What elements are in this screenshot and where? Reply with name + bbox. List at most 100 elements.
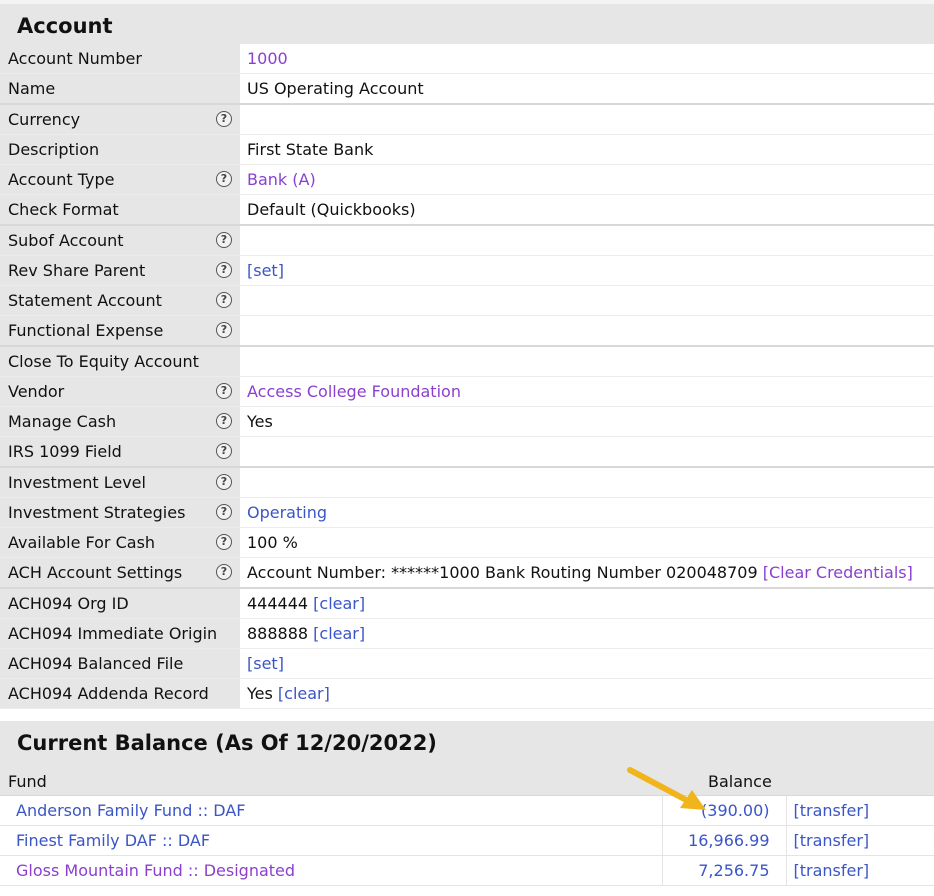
balance-amount-link[interactable]: 7,256.75 (698, 861, 769, 880)
value-close-to-equity (240, 346, 934, 377)
clear-org-id-link[interactable]: [clear] (313, 594, 365, 613)
row-irs-1099: IRS 1099 Field? (0, 436, 934, 468)
label-subof-account: Subof Account (8, 231, 124, 250)
row-statement-account: Statement Account? (0, 285, 934, 316)
row-available-for-cash: Available For Cash? 100 % (0, 527, 934, 558)
balance-column-headers: Fund Balance (0, 765, 934, 796)
label-description: Description (0, 134, 240, 165)
value-currency (240, 104, 934, 135)
label-investment-level: Investment Level (8, 473, 146, 492)
help-icon[interactable]: ? (216, 383, 232, 399)
row-ach094-addenda-record: ACH094 Addenda Record Yes [clear] (0, 678, 934, 709)
help-icon[interactable]: ? (216, 232, 232, 248)
label-functional-expense: Functional Expense (8, 321, 164, 340)
column-fund-header: Fund (8, 772, 47, 791)
clear-immediate-origin-link[interactable]: [clear] (313, 624, 365, 643)
value-ach094-immediate-origin: 888888 (247, 624, 309, 643)
label-name: Name (0, 73, 240, 105)
vendor-link[interactable]: Access College Foundation (247, 382, 461, 401)
section-spacer (0, 709, 934, 721)
label-available-for-cash: Available For Cash (8, 533, 156, 552)
investment-strategy-link[interactable]: Operating (247, 503, 327, 522)
label-account-number: Account Number (0, 44, 240, 74)
help-icon[interactable]: ? (216, 413, 232, 429)
balance-amount-link[interactable]: (390.00) (701, 801, 769, 820)
balance-header: Current Balance (As Of 12/20/2022) Fund … (0, 721, 934, 796)
row-investment-strategies: Investment Strategies? Operating (0, 497, 934, 528)
label-ach094-balanced-file: ACH094 Balanced File (0, 648, 240, 679)
clear-credentials-link[interactable]: [Clear Credentials] (763, 563, 913, 582)
value-description: First State Bank (240, 134, 934, 165)
label-vendor: Vendor (8, 382, 65, 401)
value-functional-expense (240, 315, 934, 347)
label-currency: Currency (8, 110, 81, 129)
help-icon[interactable]: ? (216, 564, 232, 580)
help-icon[interactable]: ? (216, 322, 232, 338)
account-section: Account Account Number 1000 Name US Oper… (0, 0, 934, 709)
table-row: Anderson Family Fund :: DAF (390.00) [tr… (0, 796, 934, 826)
help-icon[interactable]: ? (216, 443, 232, 459)
table-row: Finest Family DAF :: DAF 16,966.99 [tran… (0, 825, 934, 856)
row-account-number: Account Number 1000 (0, 44, 934, 74)
fund-link-finest[interactable]: Finest Family DAF :: DAF (16, 831, 210, 850)
row-manage-cash: Manage Cash? Yes (0, 406, 934, 437)
help-icon[interactable]: ? (216, 111, 232, 127)
row-ach094-balanced-file: ACH094 Balanced File [set] (0, 648, 934, 679)
column-balance-header: Balance (708, 772, 772, 791)
row-functional-expense: Functional Expense? (0, 315, 934, 347)
label-ach094-immediate-origin: ACH094 Immediate Origin (0, 618, 240, 649)
value-investment-level (240, 467, 934, 498)
label-ach-account-settings: ACH Account Settings (8, 563, 183, 582)
label-statement-account: Statement Account (8, 291, 162, 310)
table-row: Gloss Mountain Fund :: Designated 7,256.… (0, 855, 934, 886)
row-rev-share-parent: Rev Share Parent? [set] (0, 255, 934, 286)
row-ach094-immediate-origin: ACH094 Immediate Origin 888888 [clear] (0, 618, 934, 649)
fund-link-gloss-mountain[interactable]: Gloss Mountain Fund :: Designated (16, 861, 295, 880)
value-ach094-addenda-record: Yes (247, 684, 273, 703)
value-statement-account (240, 285, 934, 316)
help-icon[interactable]: ? (216, 474, 232, 490)
fund-link-anderson[interactable]: Anderson Family Fund :: DAF (16, 801, 246, 820)
row-subof-account: Subof Account? (0, 225, 934, 256)
value-ach-account-settings: Account Number: ******1000 Bank Routing … (247, 563, 758, 582)
help-icon[interactable]: ? (216, 504, 232, 520)
balance-table: Anderson Family Fund :: DAF (390.00) [tr… (0, 796, 934, 886)
account-section-title: Account (0, 0, 934, 44)
row-ach-account-settings: ACH Account Settings? Account Number: **… (0, 557, 934, 589)
label-investment-strategies: Investment Strategies (8, 503, 186, 522)
account-number-link[interactable]: 1000 (247, 49, 288, 68)
value-subof-account (240, 225, 934, 256)
label-ach094-org-id: ACH094 Org ID (0, 588, 240, 619)
value-name: US Operating Account (240, 73, 934, 105)
row-ach094-org-id: ACH094 Org ID 444444 [clear] (0, 588, 934, 619)
balance-amount-link[interactable]: 16,966.99 (688, 831, 769, 850)
label-close-to-equity: Close To Equity Account (0, 346, 240, 377)
transfer-link[interactable]: [transfer] (794, 831, 870, 850)
transfer-link[interactable]: [transfer] (794, 861, 870, 880)
value-ach094-org-id: 444444 (247, 594, 309, 613)
row-description: Description First State Bank (0, 134, 934, 165)
label-account-type: Account Type (8, 170, 115, 189)
value-available-for-cash: 100 % (240, 527, 934, 558)
balance-section: Current Balance (As Of 12/20/2022) Fund … (0, 721, 934, 886)
value-manage-cash: Yes (240, 406, 934, 437)
label-check-format: Check Format (0, 194, 240, 226)
account-type-link[interactable]: Bank (A) (247, 170, 316, 189)
help-icon[interactable]: ? (216, 262, 232, 278)
row-close-to-equity: Close To Equity Account (0, 346, 934, 377)
label-irs-1099: IRS 1099 Field (8, 442, 122, 461)
clear-addenda-link[interactable]: [clear] (278, 684, 330, 703)
help-icon[interactable]: ? (216, 292, 232, 308)
balanced-file-set-link[interactable]: [set] (247, 654, 284, 673)
rev-share-set-link[interactable]: [set] (247, 261, 284, 280)
row-account-type: Account Type? Bank (A) (0, 164, 934, 195)
help-icon[interactable]: ? (216, 171, 232, 187)
row-investment-level: Investment Level? (0, 467, 934, 498)
label-rev-share-parent: Rev Share Parent (8, 261, 146, 280)
label-manage-cash: Manage Cash (8, 412, 117, 431)
row-vendor: Vendor? Access College Foundation (0, 376, 934, 407)
value-irs-1099 (240, 436, 934, 468)
row-name: Name US Operating Account (0, 73, 934, 105)
help-icon[interactable]: ? (216, 534, 232, 550)
transfer-link[interactable]: [transfer] (794, 801, 870, 820)
